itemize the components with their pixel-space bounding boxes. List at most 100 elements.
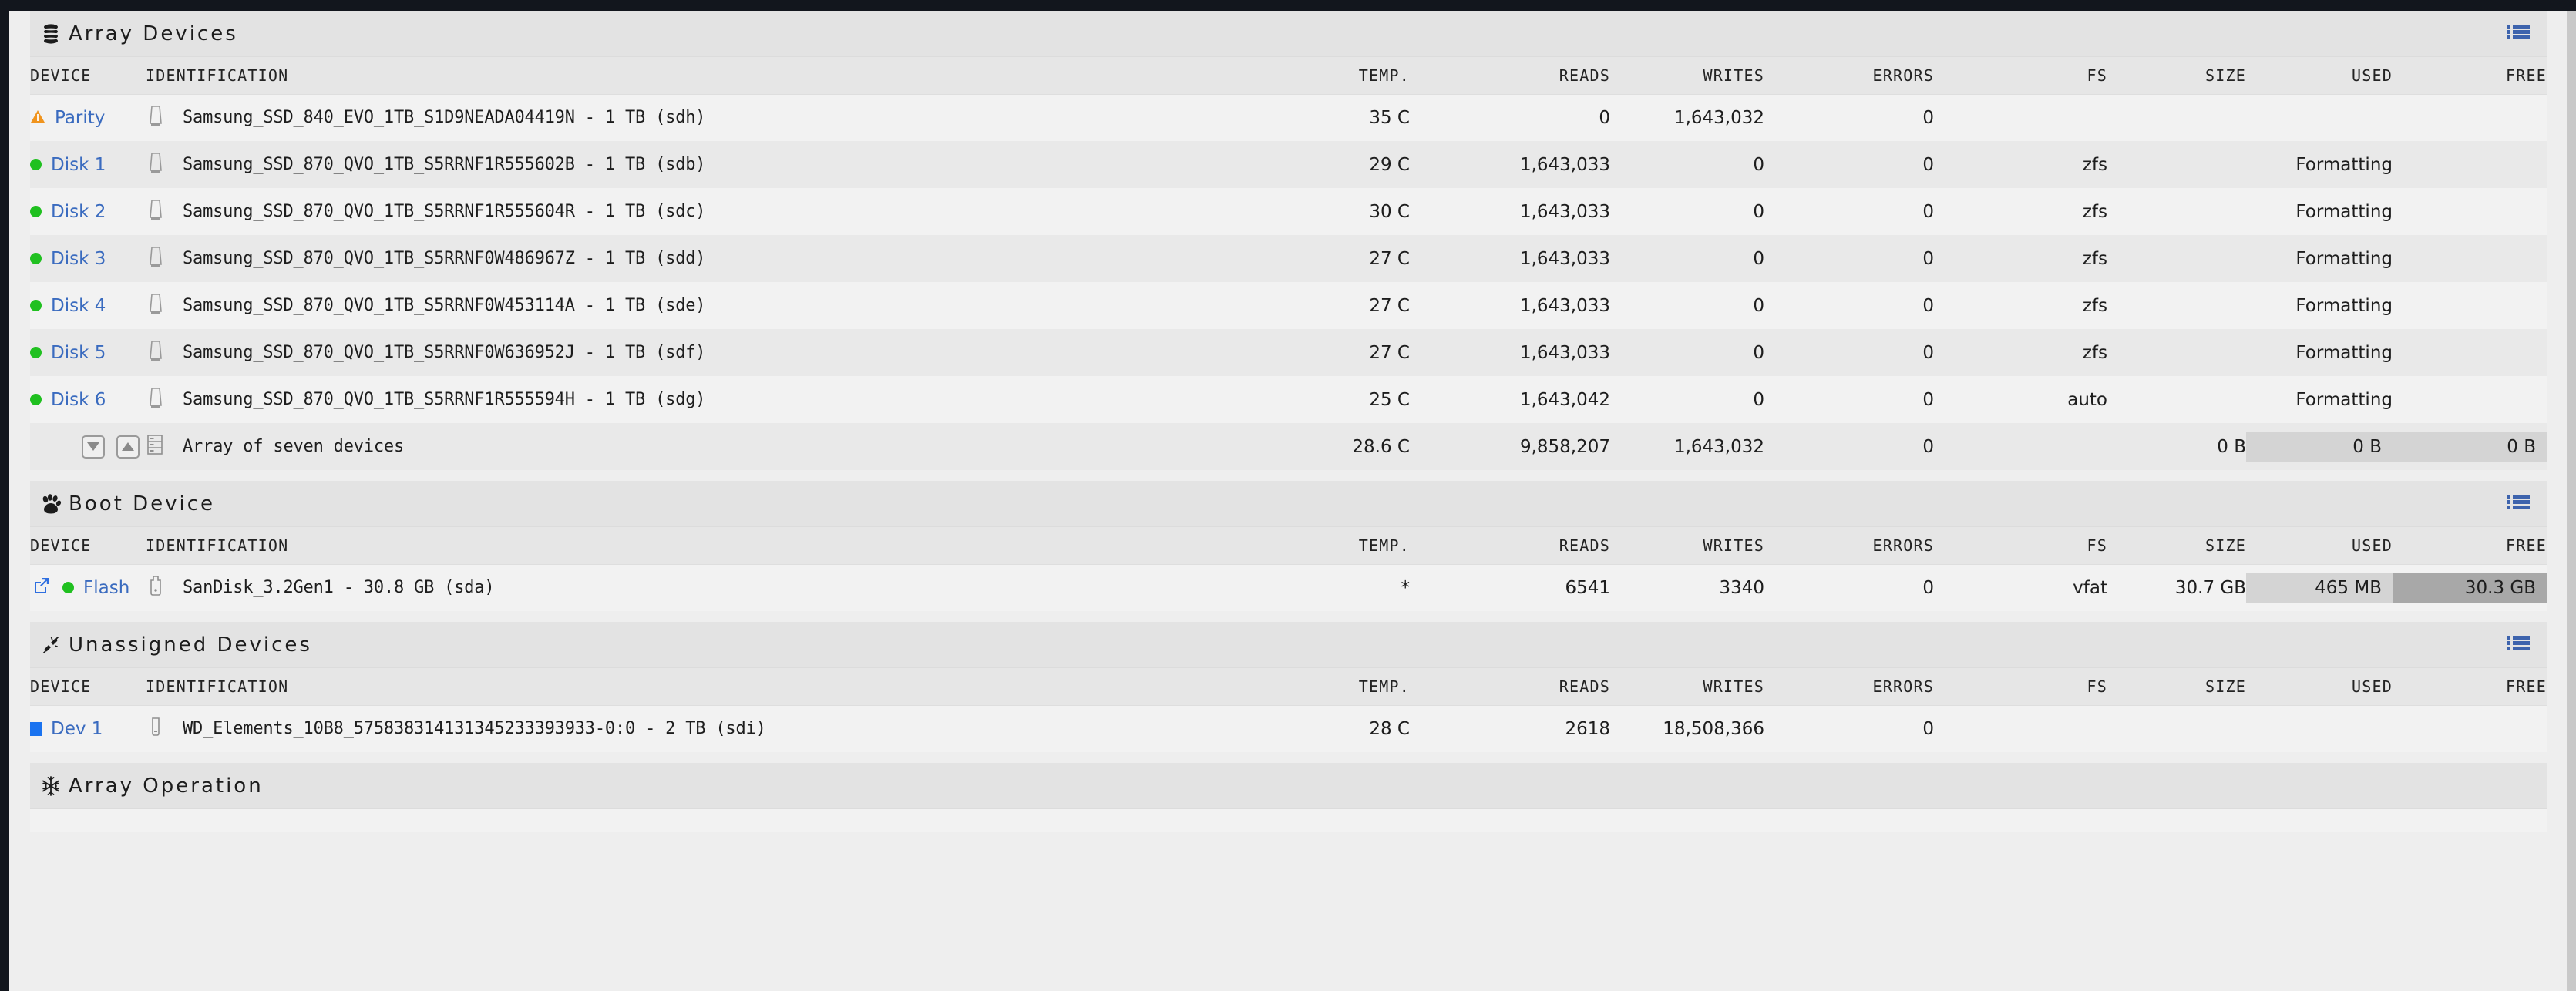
right-scrollbar[interactable] [2567, 11, 2576, 991]
free-cell [2393, 235, 2547, 282]
reads-cell: 2618 [1565, 718, 1610, 739]
free-cell [2393, 376, 2547, 423]
used-cell: Formatting [2295, 201, 2393, 222]
device-link[interactable]: Disk 1 [51, 155, 106, 175]
fs-cell: zfs [2082, 201, 2107, 222]
size-cell [2107, 329, 2246, 376]
identification-text: SanDisk_3.2Gen1 - 30.8 GB (sda) [183, 578, 495, 598]
summary-temp-cell: 28.6 C [1352, 436, 1410, 457]
reads-cell: 1,643,033 [1519, 295, 1610, 316]
col-identification: IDENTIFICATION [146, 527, 1233, 565]
database-stack-icon [38, 23, 64, 45]
summary-reads-cell: 9,858,207 [1519, 436, 1610, 457]
section-header-array-devices: Array Devices [30, 11, 2547, 57]
boot-device-table: DEVICE IDENTIFICATION TEMP. READS WRITES… [30, 527, 2547, 611]
identification-text: Samsung_SSD_870_QVO_1TB_S5RRNF1R555604R … [183, 202, 706, 221]
green-dot-icon [30, 394, 42, 405]
table-row[interactable]: Disk 2 Samsung_SSD_870_QVO_1TB_S5RRNF1R5… [30, 188, 2547, 235]
table-row[interactable]: Disk 1 Samsung_SSD_870_QVO_1TB_S5RRNF1R5… [30, 141, 2547, 188]
list-view-icon[interactable] [2507, 24, 2530, 44]
col-reads: READS [1410, 527, 1610, 565]
table-row[interactable]: Disk 6 Samsung_SSD_870_QVO_1TB_S5RRNF1R5… [30, 376, 2547, 423]
reads-cell: 6541 [1565, 577, 1610, 598]
summary-free-cell: 0 B [2393, 423, 2547, 470]
free-bar-label: 0 B [2507, 436, 2536, 457]
col-size: SIZE [2107, 527, 2246, 565]
table-row[interactable]: Flash SanDisk_3.2Gen1 - 30.8 GB (sda) * … [30, 564, 2547, 611]
list-view-icon[interactable] [2507, 635, 2530, 655]
device-link[interactable]: Disk 2 [51, 202, 106, 222]
size-cell: 30.7 GB [2174, 577, 2246, 598]
col-temp: TEMP. [1233, 527, 1410, 565]
table-row[interactable]: Disk 5 Samsung_SSD_870_QVO_1TB_S5RRNF0W6… [30, 329, 2547, 376]
device-link[interactable]: Disk 6 [51, 390, 106, 410]
errors-cell: 0 [1922, 718, 1934, 739]
green-dot-icon [62, 582, 74, 594]
green-dot-icon [30, 347, 42, 358]
device-link[interactable]: Disk 3 [51, 249, 106, 269]
used-cell: Formatting [2295, 342, 2393, 363]
col-size: SIZE [2107, 668, 2246, 706]
size-cell [2107, 235, 2246, 282]
external-link-icon[interactable] [30, 576, 50, 600]
ssd-drive-icon [146, 246, 164, 272]
col-writes: WRITES [1610, 57, 1764, 95]
table-row[interactable]: Parity Samsung_SSD_840_EVO_1TB_S1D9NEADA… [30, 94, 2547, 141]
window-top-strip [0, 0, 2576, 11]
col-errors: ERRORS [1764, 668, 1934, 706]
unassigned-devices-list-toggle[interactable] [2507, 635, 2530, 655]
reads-cell: 1,643,033 [1519, 342, 1610, 363]
writes-cell: 18,508,366 [1663, 718, 1764, 739]
temp-cell: 27 C [1369, 342, 1410, 363]
reads-cell: 1,643,033 [1519, 154, 1610, 175]
device-name-cell: Disk 2 [30, 188, 146, 235]
device-name-cell: Parity [30, 94, 146, 141]
identification-text: Samsung_SSD_870_QVO_1TB_S5RRNF0W636952J … [183, 343, 706, 362]
spin-down-button[interactable] [81, 435, 105, 459]
temp-cell: 27 C [1369, 248, 1410, 269]
device-link[interactable]: Disk 4 [51, 296, 106, 316]
errors-cell: 0 [1922, 577, 1934, 598]
device-name-cell: Disk 1 [30, 141, 146, 188]
errors-cell: 0 [1922, 342, 1934, 363]
size-cell [2107, 188, 2246, 235]
identification-cell: WD_Elements_10B8_57583831413134523339393… [146, 705, 1233, 752]
table-row[interactable]: Disk 3 Samsung_SSD_870_QVO_1TB_S5RRNF0W4… [30, 235, 2547, 282]
array-devices-list-toggle[interactable] [2507, 24, 2530, 44]
free-cell [2393, 94, 2547, 141]
section-title: Array Devices [69, 22, 238, 45]
col-reads: READS [1410, 668, 1610, 706]
col-identification: IDENTIFICATION [146, 668, 1233, 706]
fs-cell: zfs [2082, 154, 2107, 175]
device-link[interactable]: Flash [83, 578, 129, 598]
device-name-cell: Dev 1 [30, 705, 146, 752]
array-devices-table-wrap: DEVICE IDENTIFICATION TEMP. READS WRITES… [30, 57, 2547, 470]
identification-text: Samsung_SSD_870_QVO_1TB_S5RRNF1R555602B … [183, 155, 706, 174]
triangle-down-icon [86, 442, 99, 451]
used-bar: 0 B [2246, 432, 2393, 462]
boot-device-list-toggle[interactable] [2507, 494, 2530, 514]
used-cell: Formatting [2295, 248, 2393, 269]
array-summary-identification: Array of seven devices [146, 423, 1233, 470]
section-title: Boot Device [69, 492, 216, 516]
temp-cell: 29 C [1369, 154, 1410, 175]
device-link[interactable]: Disk 5 [51, 343, 106, 363]
size-cell [2107, 376, 2246, 423]
fs-cell: zfs [2082, 248, 2107, 269]
table-row[interactable]: Dev 1 WD_Elements_10B8_57583831413134523… [30, 705, 2547, 752]
writes-cell: 0 [1753, 295, 1764, 316]
list-view-icon[interactable] [2507, 494, 2530, 514]
fs-cell: auto [2067, 389, 2107, 410]
col-errors: ERRORS [1764, 57, 1934, 95]
device-link[interactable]: Parity [55, 108, 105, 128]
col-size: SIZE [2107, 57, 2246, 95]
table-row[interactable]: Disk 4 Samsung_SSD_870_QVO_1TB_S5RRNF0W4… [30, 282, 2547, 329]
spin-up-button[interactable] [116, 435, 140, 459]
col-device: DEVICE [30, 668, 146, 706]
writes-cell: 3340 [1719, 577, 1764, 598]
device-link[interactable]: Dev 1 [51, 719, 103, 739]
errors-cell: 0 [1922, 154, 1934, 175]
errors-cell: 0 [1922, 389, 1934, 410]
writes-cell: 0 [1753, 389, 1764, 410]
summary-errors-cell: 0 [1922, 436, 1934, 457]
